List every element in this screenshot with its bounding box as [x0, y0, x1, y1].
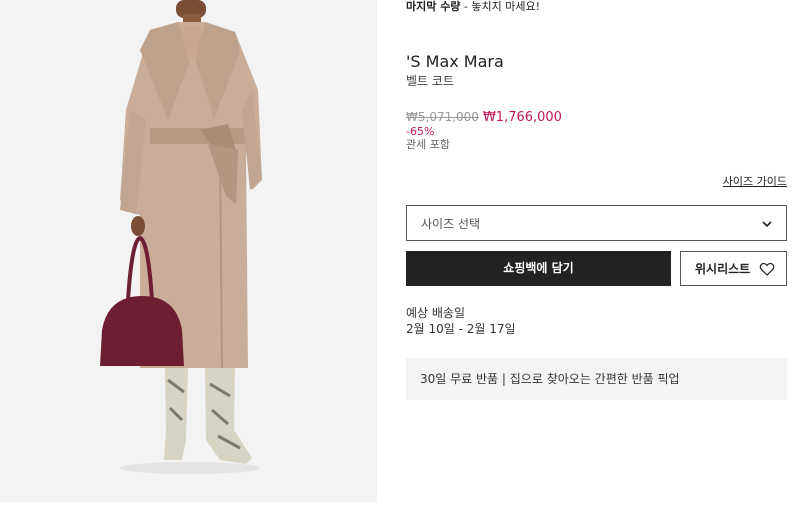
- wishlist-button[interactable]: 위시리스트: [680, 251, 787, 286]
- original-price: ₩5,071,000: [406, 110, 479, 124]
- delivery-dates: 2월 10일 - 2월 17일: [406, 322, 516, 336]
- tax-note: 관세 포함: [406, 138, 450, 151]
- urgency-message: 마지막 수량 - 놓치지 마세요!: [406, 0, 540, 14]
- sale-price: ₩1,766,000: [482, 110, 562, 125]
- price-block: ₩5,071,000 ₩1,766,000: [406, 109, 562, 126]
- heart-icon: [759, 262, 775, 276]
- size-guide-link[interactable]: 사이즈 가이드: [723, 175, 787, 189]
- product-title: 벨트 코트: [406, 74, 454, 88]
- discount-badge: -65%: [406, 125, 435, 138]
- add-to-bag-button[interactable]: 쇼핑백에 담기: [406, 251, 671, 286]
- returns-banner: 30일 무료 반품 | 집으로 찾아오는 간편한 반품 픽업: [406, 358, 787, 400]
- urgency-strong: 마지막 수량: [406, 0, 461, 13]
- model-coat-illustration: [0, 0, 377, 502]
- product-image[interactable]: [0, 0, 377, 502]
- brand-name[interactable]: 'S Max Mara: [406, 52, 504, 72]
- delivery-label: 예상 배송일: [406, 306, 466, 320]
- chevron-down-icon: [762, 221, 772, 228]
- urgency-rest: - 놓치지 마세요!: [460, 0, 541, 13]
- wishlist-label: 위시리스트: [695, 262, 751, 276]
- size-select-dropdown[interactable]: 사이즈 선택: [406, 205, 787, 241]
- size-select-label: 사이즈 선택: [421, 217, 481, 231]
- returns-text: 30일 무료 반품 | 집으로 찾아오는 간편한 반품 픽업: [420, 372, 680, 386]
